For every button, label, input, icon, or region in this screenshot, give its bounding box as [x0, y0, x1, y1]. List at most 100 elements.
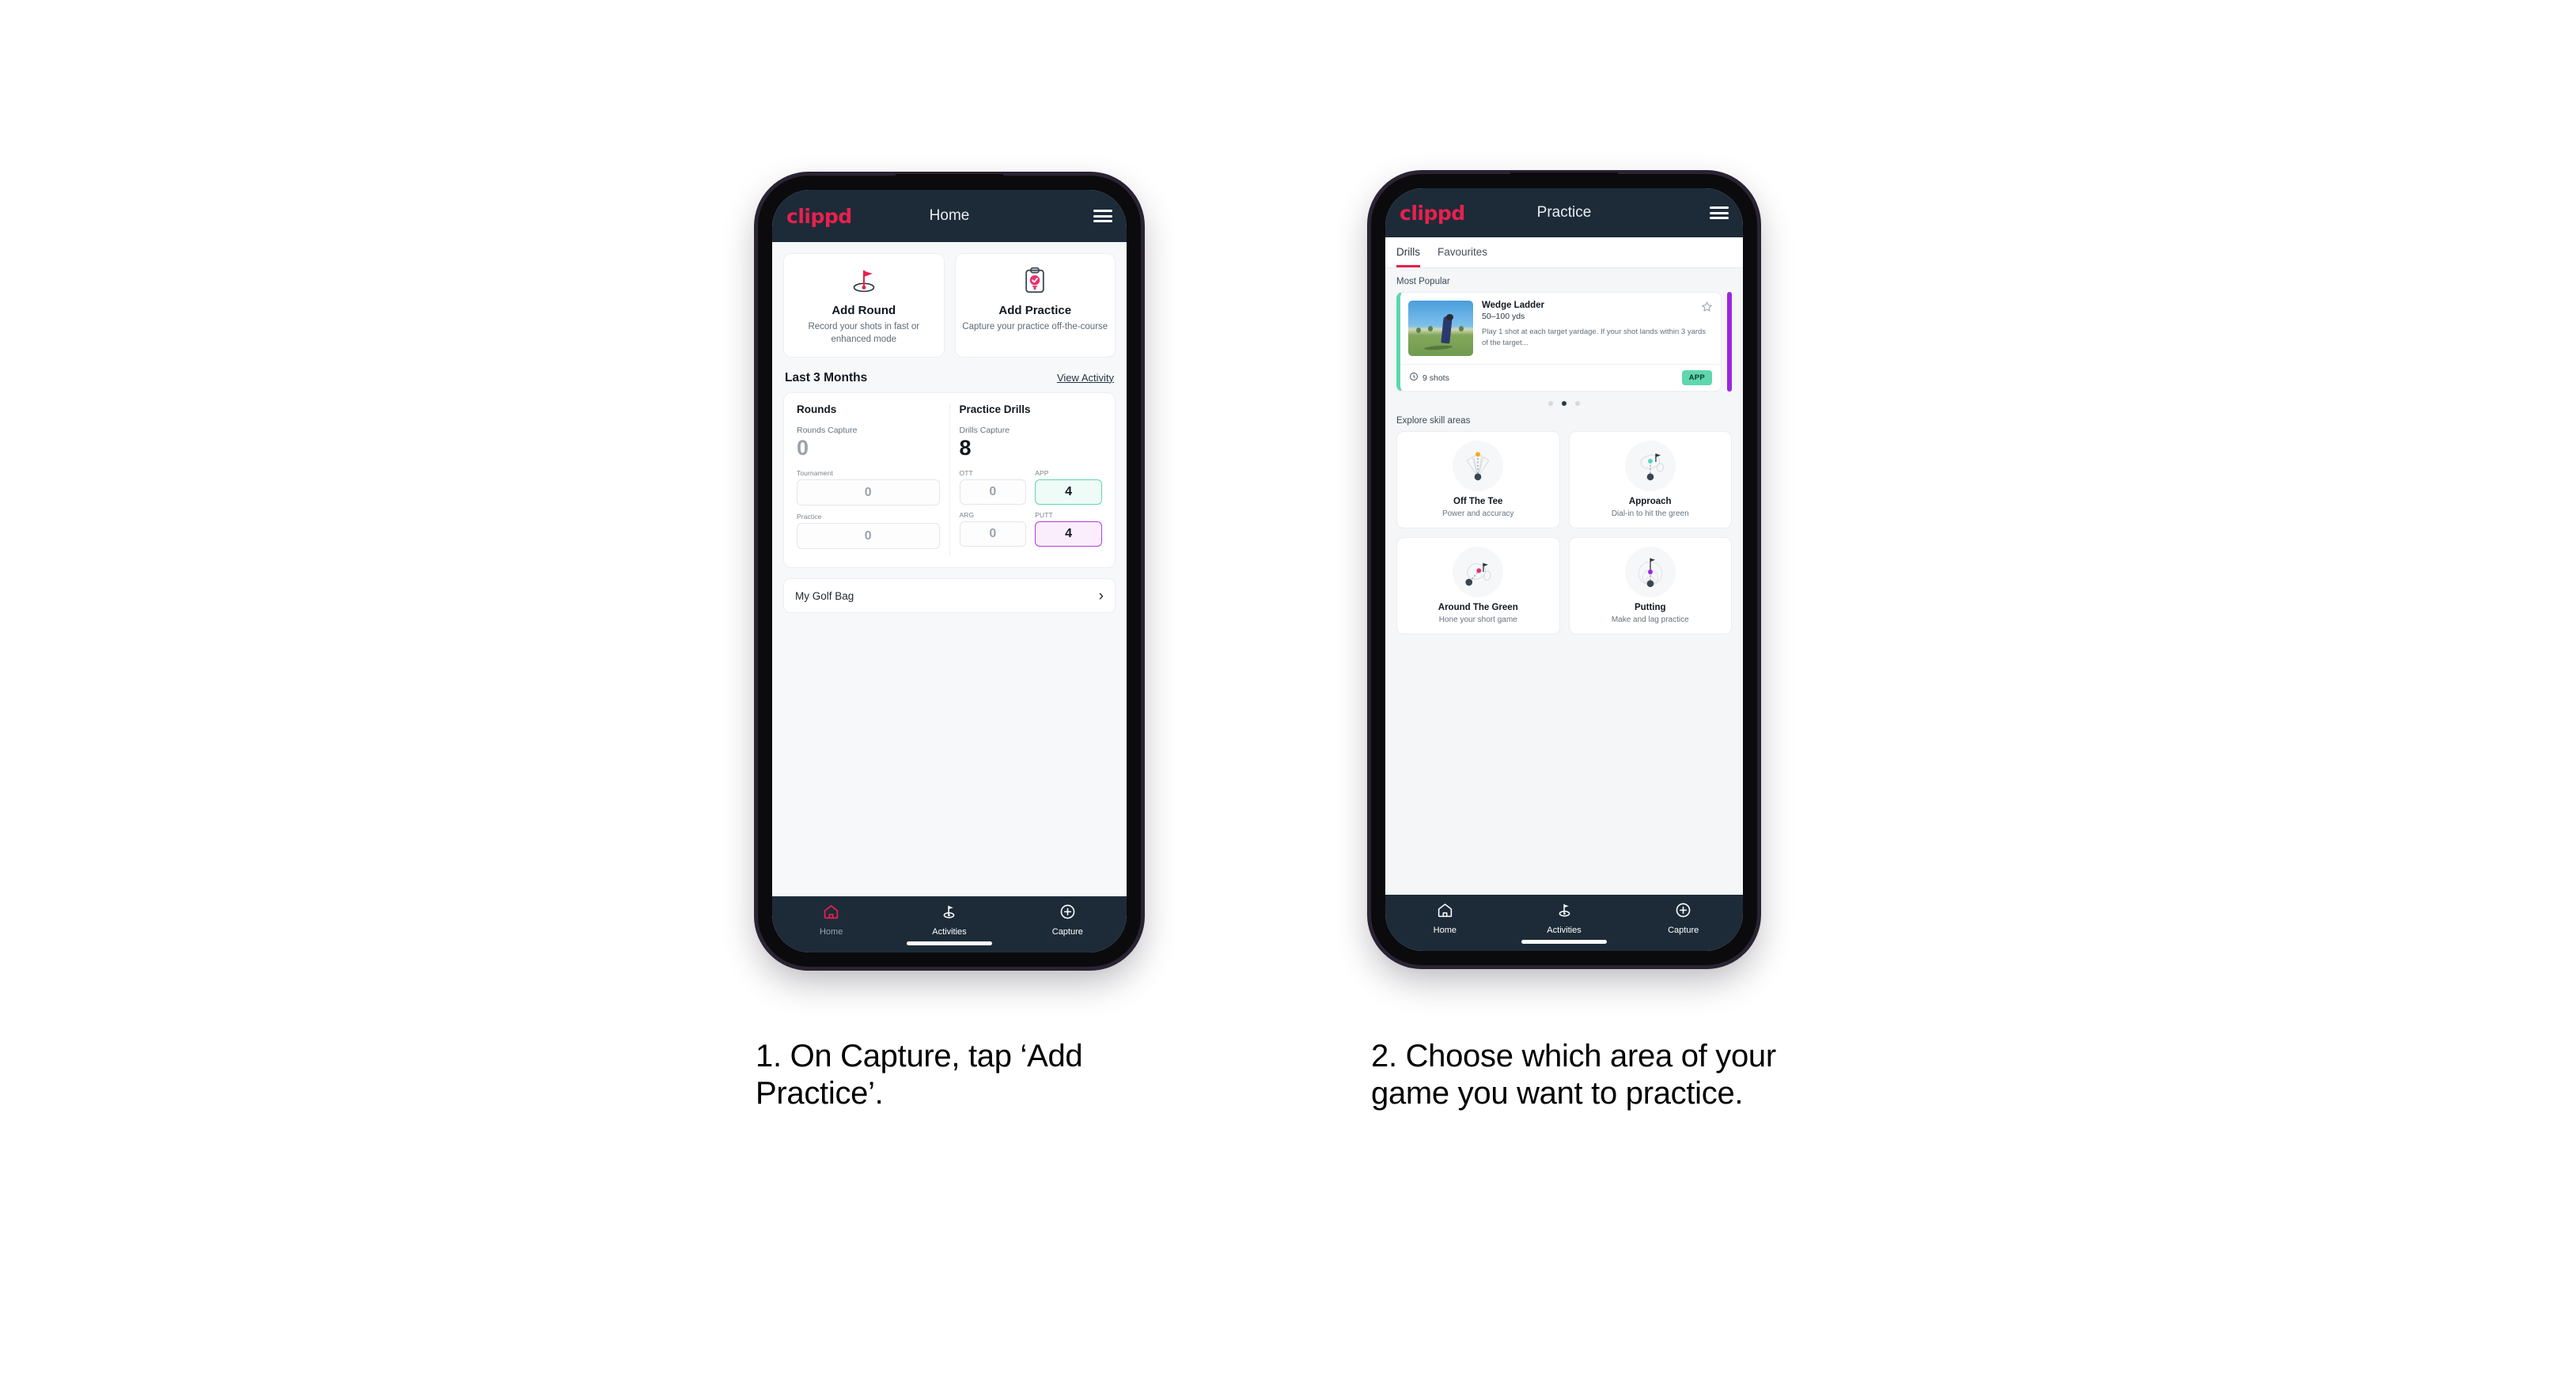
app-header-2: clippd Practice	[1385, 188, 1743, 237]
drill-card-wedge-ladder[interactable]: Wedge Ladder 50–100 yds Play 1 shot at e…	[1396, 292, 1722, 392]
ott-stat: OTT 0	[959, 469, 1027, 506]
drills-capture-value: 8	[959, 435, 972, 460]
bottom-nav-2: Home Activities Capture	[1385, 895, 1743, 951]
drill-card-footer: 9 shots APP	[1400, 364, 1721, 391]
putt-value[interactable]: 4	[1035, 521, 1102, 547]
tournament-label: Tournament	[797, 469, 833, 478]
nav-label-capture: Capture	[1051, 927, 1083, 937]
around-the-green-icon	[1453, 547, 1504, 597]
add-round-card[interactable]: Add Round Record your shots in fast or e…	[783, 253, 945, 358]
drill-yardage: 50–100 yds	[1482, 312, 1525, 321]
rounds-capture-label: Rounds Capture	[797, 425, 858, 435]
carousel-dot-active[interactable]	[1562, 401, 1566, 406]
app-stat: APP 4	[1035, 469, 1102, 506]
phone-screen-2: clippd Practice Drills Favourites Most P…	[1385, 188, 1743, 951]
drill-shots: 9 shots	[1409, 372, 1449, 384]
carousel-dot[interactable]	[1575, 401, 1580, 406]
nav-item-capture[interactable]: Capture	[1009, 903, 1127, 937]
hamburger-icon-2[interactable]	[1710, 206, 1729, 219]
home-icon	[1437, 902, 1453, 922]
practice-stat: Practice 0	[797, 513, 940, 550]
rounds-column: Rounds Rounds Capture 0 Tournament 0 Pra…	[787, 403, 949, 556]
tab-favourites[interactable]: Favourites	[1438, 237, 1487, 267]
phone-device-1: clippd Home Add Round Record your shots …	[758, 174, 1141, 967]
carousel-dot[interactable]	[1548, 401, 1553, 406]
nav-item-capture-2[interactable]: Capture	[1623, 902, 1743, 935]
rounds-capture-value: 0	[797, 435, 809, 460]
hamburger-icon[interactable]	[1093, 210, 1112, 222]
drill-card-top: Wedge Ladder 50–100 yds Play 1 shot at e…	[1400, 293, 1721, 364]
add-practice-title: Add Practice	[998, 304, 1072, 317]
tab-drills[interactable]: Drills	[1396, 237, 1420, 267]
skill-card-around-the-green[interactable]: Around The Green Hone your short game	[1396, 537, 1560, 634]
skill-name: Off The Tee	[1453, 497, 1503, 506]
clippd-logo-2: clippd	[1400, 201, 1465, 225]
golf-flag-icon	[941, 903, 957, 924]
putt-stat: PUTT 4	[1035, 511, 1102, 547]
app-value[interactable]: 4	[1035, 479, 1102, 506]
skill-card-putting[interactable]: Putting Make and lag practice	[1568, 537, 1732, 634]
home-indicator-bar-2	[1521, 940, 1607, 944]
skill-subtitle: Dial-in to hit the green	[1611, 509, 1689, 518]
star-outline-icon[interactable]	[1701, 301, 1713, 316]
putt-label: PUTT	[1035, 511, 1053, 520]
phone-device-2: clippd Practice Drills Favourites Most P…	[1371, 172, 1757, 965]
tournament-value[interactable]: 0	[797, 479, 940, 506]
chevron-right-icon: ›	[1098, 587, 1104, 604]
add-practice-subtitle: Capture your practice off-the-course	[962, 322, 1108, 331]
plus-circle-icon	[1675, 902, 1691, 922]
skill-areas-grid: Off The Tee Power and accuracy Approach …	[1385, 431, 1743, 634]
nav-item-home[interactable]: Home	[772, 903, 890, 937]
add-round-title: Add Round	[832, 304, 896, 317]
next-drill-card-peek[interactable]	[1727, 292, 1732, 392]
home-indicator-bar	[907, 941, 992, 945]
clock-icon	[1409, 372, 1419, 384]
golf-flag-icon	[1556, 902, 1573, 922]
skill-card-off-the-tee[interactable]: Off The Tee Power and accuracy	[1396, 431, 1560, 528]
view-activity-link[interactable]: View Activity	[1057, 372, 1114, 384]
phone-notch-1	[896, 174, 1003, 181]
drills-capture-label: Drills Capture	[959, 425, 1010, 435]
my-golf-bag-row[interactable]: My Golf Bag ›	[783, 578, 1116, 614]
ott-label: OTT	[959, 469, 973, 478]
last-3-months-title: Last 3 Months	[785, 370, 868, 384]
home-body: Add Round Record your shots in fast or e…	[772, 242, 1127, 896]
drill-thumbnail	[1408, 301, 1473, 356]
skill-name: Approach	[1628, 497, 1672, 506]
nav-item-home-2[interactable]: Home	[1385, 902, 1505, 935]
arg-label: ARG	[959, 511, 975, 520]
drill-stat-grid: OTT 0 APP 4 ARG 0 PUTT 4	[959, 469, 1102, 547]
drill-carousel: Wedge Ladder 50–100 yds Play 1 shot at e…	[1385, 292, 1743, 392]
nav-label-home: Home	[819, 927, 843, 937]
skill-subtitle: Hone your short game	[1438, 615, 1517, 624]
app-header-1: clippd Home	[772, 190, 1127, 242]
practice-value[interactable]: 0	[797, 523, 940, 550]
plus-circle-icon	[1059, 903, 1076, 924]
drill-shots-label: 9 shots	[1422, 373, 1449, 383]
ott-value[interactable]: 0	[959, 479, 1027, 506]
practice-drills-heading: Practice Drills	[959, 403, 1031, 415]
add-practice-card[interactable]: Add Practice Capture your practice off-t…	[954, 253, 1116, 358]
skill-subtitle: Power and accuracy	[1441, 509, 1514, 518]
drill-description: Play 1 shot at each target yardage. If y…	[1482, 328, 1707, 348]
rounds-heading: Rounds	[797, 403, 837, 415]
drill-title: Wedge Ladder	[1482, 301, 1545, 310]
nav-item-activities[interactable]: Activities	[890, 903, 1008, 937]
nav-label-home-2: Home	[1433, 926, 1457, 935]
off-the-tee-icon	[1453, 441, 1504, 491]
clippd-logo: clippd	[786, 204, 852, 228]
quick-actions-row: Add Round Record your shots in fast or e…	[783, 253, 1116, 358]
my-golf-bag-label: My Golf Bag	[795, 589, 854, 602]
practice-body: Drills Favourites Most Popular Wedge Lad…	[1385, 237, 1743, 895]
section-header: Last 3 Months View Activity	[785, 371, 1114, 385]
carousel-dots	[1385, 392, 1743, 413]
nav-item-activities-2[interactable]: Activities	[1505, 902, 1624, 935]
skill-card-approach[interactable]: Approach Dial-in to hit the green	[1568, 431, 1732, 528]
most-popular-label: Most Popular	[1396, 277, 1450, 286]
skill-name: Around The Green	[1438, 603, 1518, 612]
arg-value[interactable]: 0	[959, 521, 1027, 547]
drill-title-row: Wedge Ladder 50–100 yds	[1482, 301, 1713, 321]
nav-label-activities-2: Activities	[1547, 926, 1582, 935]
tournament-stat: Tournament 0	[797, 469, 940, 506]
caption-step-1: 1. On Capture, tap ‘Add Practice’.	[756, 1039, 1083, 1111]
